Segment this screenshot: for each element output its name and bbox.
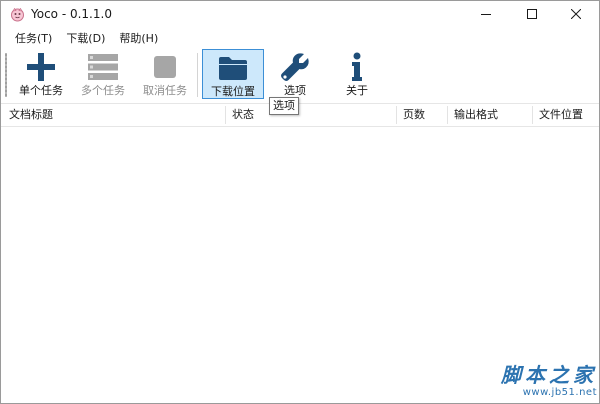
- info-icon: [326, 51, 388, 83]
- title-bar[interactable]: Yoco - 0.1.1.0: [1, 1, 599, 29]
- column-header-title[interactable]: 文档标题: [3, 104, 225, 126]
- watermark: 脚本之家 www.jb51.net: [497, 363, 597, 401]
- column-header-output-format[interactable]: 输出格式: [448, 104, 532, 126]
- close-icon: [570, 8, 582, 22]
- watermark-url: www.jb51.net: [522, 387, 597, 398]
- stop-icon: [134, 51, 196, 83]
- minimize-icon: [481, 9, 491, 22]
- menu-task[interactable]: 任务(T): [8, 29, 59, 49]
- app-window: Yoco - 0.1.1.0 任务(T) 下载(D) 帮助(H) 单个任务 多个…: [0, 0, 600, 404]
- wrench-icon: [264, 51, 326, 83]
- toolbar-separator: [197, 53, 198, 97]
- maximize-button[interactable]: [509, 1, 555, 29]
- window-title: Yoco - 0.1.1.0: [31, 7, 112, 21]
- list-icon: [72, 51, 134, 83]
- multi-task-button[interactable]: 多个任务: [72, 49, 134, 99]
- toolbar-grip[interactable]: [5, 53, 7, 97]
- about-button[interactable]: 关于: [326, 49, 388, 99]
- cancel-task-button[interactable]: 取消任务: [134, 49, 196, 99]
- single-task-button[interactable]: 单个任务: [10, 49, 72, 99]
- options-button[interactable]: 选项: [264, 49, 326, 99]
- column-header-pages[interactable]: 页数: [397, 104, 447, 126]
- menu-download[interactable]: 下载(D): [59, 29, 112, 49]
- task-list-header: 文档标题 状态 页数 输出格式 文件位置: [1, 104, 599, 127]
- plus-icon: [10, 51, 72, 83]
- minimize-button[interactable]: [463, 1, 509, 29]
- menu-help[interactable]: 帮助(H): [112, 29, 165, 49]
- column-header-status[interactable]: 状态: [226, 104, 396, 126]
- multi-task-label: 多个任务: [81, 84, 125, 97]
- download-location-button[interactable]: 下载位置: [202, 49, 264, 99]
- maximize-icon: [527, 8, 537, 22]
- column-header-file-location[interactable]: 文件位置: [533, 104, 599, 126]
- folder-icon: [203, 52, 263, 84]
- options-label: 选项: [284, 84, 306, 97]
- cancel-task-label: 取消任务: [143, 84, 187, 97]
- watermark-text: 脚本之家: [501, 363, 597, 387]
- menu-bar: 任务(T) 下载(D) 帮助(H): [1, 29, 599, 49]
- download-location-label: 下载位置: [211, 85, 255, 98]
- single-task-label: 单个任务: [19, 84, 63, 97]
- toolbar: 单个任务 多个任务 取消任务 下载位置 选项 关于: [1, 49, 599, 101]
- close-button[interactable]: [553, 1, 599, 29]
- about-label: 关于: [346, 84, 368, 97]
- app-logo-icon: [10, 7, 25, 22]
- options-tooltip: 选项: [269, 97, 299, 115]
- task-list[interactable]: 文档标题 状态 页数 输出格式 文件位置: [1, 103, 599, 403]
